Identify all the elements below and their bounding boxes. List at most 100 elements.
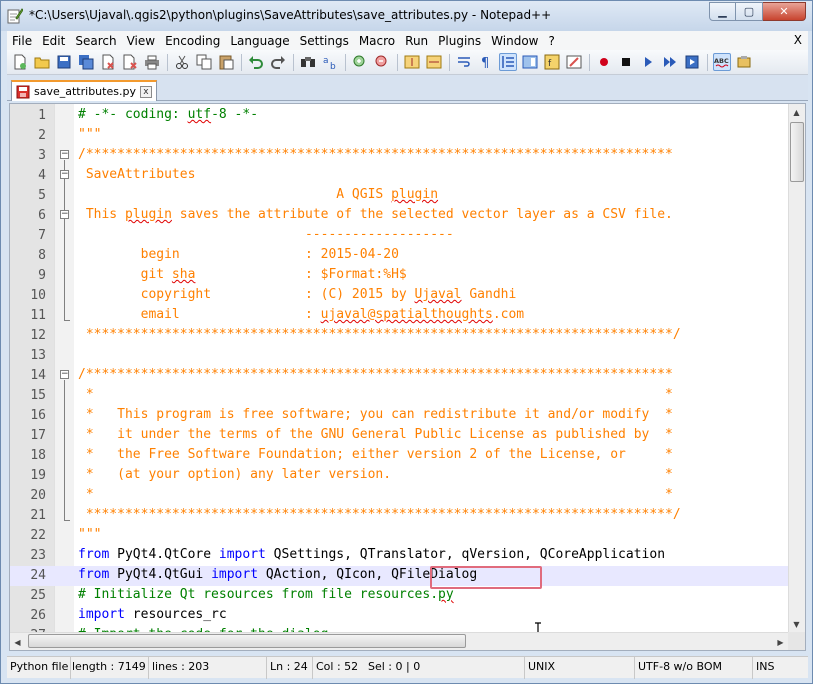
menu-window[interactable]: Window [486, 34, 543, 48]
menu-language[interactable]: Language [225, 34, 294, 48]
close-icon[interactable] [99, 53, 117, 71]
status-insert-mode[interactable]: INS [753, 657, 808, 679]
fold-collapse-icon[interactable]: − [60, 210, 69, 219]
close-all-icon[interactable] [121, 53, 139, 71]
doc-map-icon[interactable] [521, 53, 539, 71]
code-line[interactable]: 17 * it under the terms of the GNU Gener… [10, 426, 788, 446]
play-macro-multiple-icon[interactable] [661, 53, 679, 71]
code-editor[interactable]: 1 # -*- coding: utf-8 -*- 2 """ 3 /**********… [9, 103, 806, 651]
code-line[interactable]: 13 [10, 346, 788, 366]
menu-plugins[interactable]: Plugins [433, 34, 486, 48]
line-number: 8 [38, 248, 46, 263]
code-line[interactable]: 24 from PyQt4.QtGui import QAction, QIcon… [10, 566, 788, 586]
line-number: 21 [30, 508, 46, 523]
undo-icon[interactable] [247, 53, 265, 71]
code-line[interactable]: 22 """ [10, 526, 788, 546]
vertical-scrollbar[interactable]: ▲ ▼ [788, 104, 805, 632]
code-line[interactable]: 23 from PyQt4.QtCore import QSettings, QT… [10, 546, 788, 566]
fold-collapse-icon[interactable]: − [60, 370, 69, 379]
horizontal-scroll-thumb[interactable] [28, 634, 466, 648]
paste-icon[interactable] [217, 53, 235, 71]
sync-vertical-icon[interactable] [403, 53, 421, 71]
code-line[interactable]: 6 This plugin saves the attribute of the… [10, 206, 788, 226]
code-line[interactable]: 2 """ [10, 126, 788, 146]
fold-collapse-icon[interactable]: − [60, 150, 69, 159]
show-all-chars-icon[interactable]: ¶ [477, 53, 495, 71]
redo-icon[interactable] [269, 53, 287, 71]
tab-close-icon[interactable]: x [139, 85, 152, 98]
code-line[interactable]: 21 *************************************… [10, 506, 788, 526]
code-line[interactable]: 1 # -*- coding: utf-8 -*- [10, 106, 788, 126]
code-token: * * [78, 387, 673, 402]
scroll-left-icon[interactable]: ◀ [10, 634, 25, 650]
menu-edit[interactable]: Edit [37, 34, 70, 48]
code-line[interactable]: 5 A QGIS plugin [10, 186, 788, 206]
plugin-icon[interactable] [735, 53, 753, 71]
horizontal-scrollbar[interactable]: ◀ ▶ [10, 632, 788, 650]
menu-help[interactable]: ? [543, 34, 559, 48]
status-sel: Sel : 0 | 0 [365, 657, 525, 679]
menu-macro[interactable]: Macro [354, 34, 400, 48]
code-line[interactable]: 10 copyright : (C) 2015 by Ujaval Gandhi [10, 286, 788, 306]
code-line[interactable]: 12 *************************************… [10, 326, 788, 346]
scroll-down-icon[interactable]: ▼ [789, 616, 804, 632]
zoom-out-icon[interactable] [373, 53, 391, 71]
code-line[interactable]: 18 * the Free Software Foundation; eithe… [10, 446, 788, 466]
spellcheck-icon[interactable]: ABC [713, 53, 731, 71]
code-line[interactable]: 20 * * [10, 486, 788, 506]
code-line[interactable]: 16 * This program is free software; you … [10, 406, 788, 426]
print-icon[interactable] [143, 53, 161, 71]
menu-view[interactable]: View [122, 34, 160, 48]
status-eol[interactable]: UNIX [525, 657, 635, 679]
stop-macro-icon[interactable] [617, 53, 635, 71]
code-line[interactable]: 15 * * [10, 386, 788, 406]
scroll-right-icon[interactable]: ▶ [773, 634, 788, 650]
menu-search[interactable]: Search [70, 34, 121, 48]
function-list-icon[interactable]: f [543, 53, 561, 71]
fold-collapse-icon[interactable]: − [60, 170, 69, 179]
close-window-button[interactable]: ✕ [763, 2, 806, 21]
code-line[interactable]: 11 email : ujaval@spatialthoughts.com [10, 306, 788, 326]
code-line[interactable]: 3 /**************************************… [10, 146, 788, 166]
save-all-icon[interactable] [77, 53, 95, 71]
record-macro-icon[interactable] [595, 53, 613, 71]
tab-save-attributes[interactable]: save_attributes.py x [11, 80, 157, 101]
code-token: sha [171, 267, 196, 282]
zoom-in-icon[interactable] [351, 53, 369, 71]
word-wrap-icon[interactable] [455, 53, 473, 71]
save-icon[interactable] [55, 53, 73, 71]
sync-horizontal-icon[interactable] [425, 53, 443, 71]
minimize-button[interactable]: ▁ [709, 2, 736, 21]
code-line[interactable]: 25 # Initialize Qt resources from file re… [10, 586, 788, 606]
folder-workspace-icon[interactable] [565, 53, 583, 71]
play-macro-icon[interactable] [639, 53, 657, 71]
scroll-up-icon[interactable]: ▲ [789, 104, 804, 120]
replace-icon[interactable]: ab [321, 53, 339, 71]
code-line[interactable]: 9 git sha : $Format:%H$ [10, 266, 788, 286]
menu-run[interactable]: Run [400, 34, 433, 48]
code-line[interactable]: 8 begin : 2015-04-20 [10, 246, 788, 266]
cut-icon[interactable] [173, 53, 191, 71]
title-bar[interactable]: *C:\Users\Ujaval\.qgis2\python\plugins\S… [1, 1, 812, 31]
code-line[interactable]: 14 /*************************************… [10, 366, 788, 386]
indent-guide-icon[interactable] [499, 53, 517, 71]
code-line[interactable]: 19 * (at your option) any later version.… [10, 466, 788, 486]
close-document-button[interactable]: X [794, 33, 802, 47]
code-text: from PyQt4.QtCore import QSettings, QTra… [78, 547, 665, 562]
copy-icon[interactable] [195, 53, 213, 71]
status-encoding[interactable]: UTF-8 w/o BOM [635, 657, 753, 679]
new-file-icon[interactable] [11, 53, 29, 71]
vertical-scroll-thumb[interactable] [790, 122, 804, 182]
find-icon[interactable] [299, 53, 317, 71]
save-macro-icon[interactable] [683, 53, 701, 71]
menu-settings[interactable]: Settings [295, 34, 354, 48]
menu-file[interactable]: File [7, 34, 37, 48]
menu-encoding[interactable]: Encoding [160, 34, 225, 48]
code-token: # Initialize Qt resources from file reso… [78, 587, 439, 602]
line-number: 11 [30, 308, 46, 323]
open-file-icon[interactable] [33, 53, 51, 71]
code-line[interactable]: 4 SaveAttributes [10, 166, 788, 186]
code-line[interactable]: 26 import resources_rc [10, 606, 788, 626]
code-line[interactable]: 7 ------------------- [10, 226, 788, 246]
maximize-button[interactable]: ▢ [736, 2, 763, 21]
